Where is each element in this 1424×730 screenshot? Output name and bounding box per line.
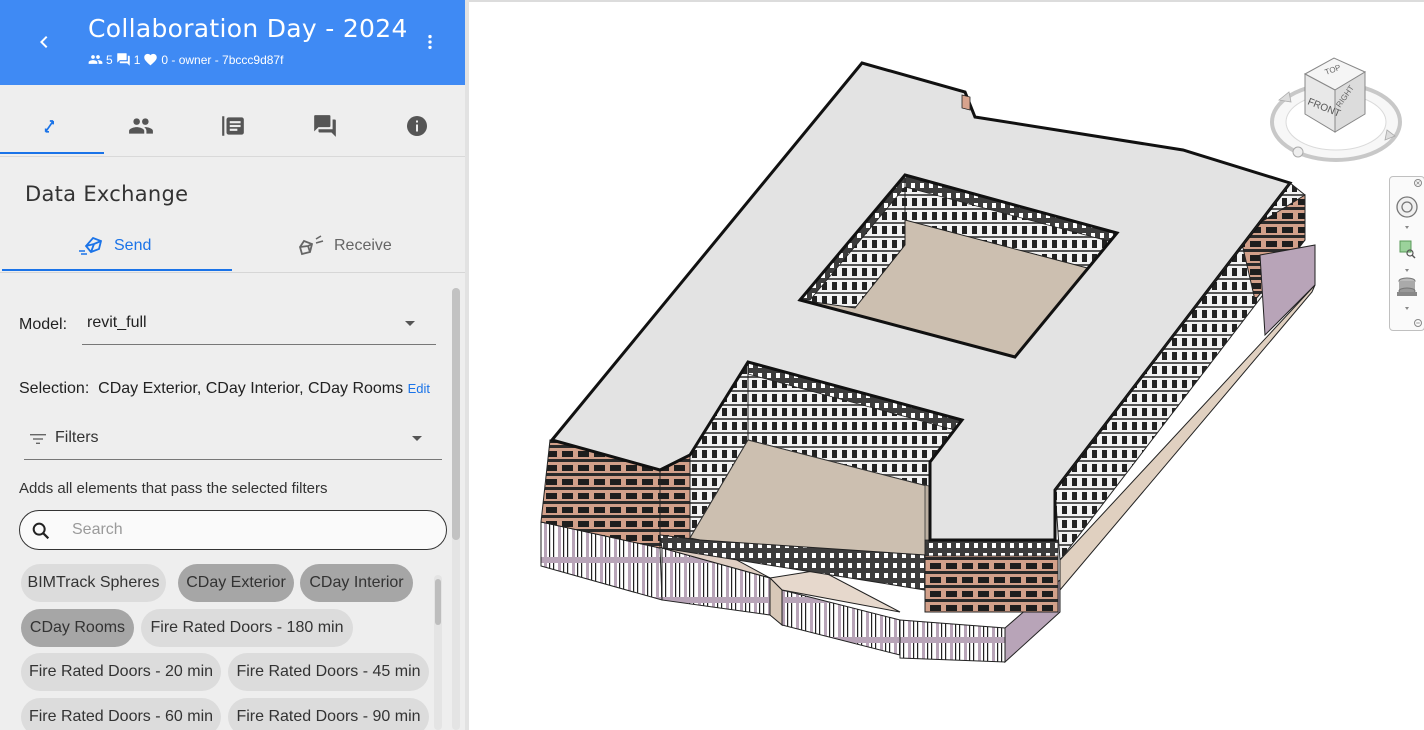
back-button[interactable]: [26, 24, 62, 60]
chip-label: Fire Rated Doors - 90 min: [236, 708, 421, 725]
receive-cube-icon: [299, 235, 324, 256]
chip-label: Fire Rated Doors - 20 min: [28, 663, 214, 680]
navigation-bar: [1389, 176, 1424, 331]
heart-icon: [144, 53, 158, 66]
swap-icon: [44, 120, 54, 133]
orbit-icon[interactable]: [1397, 277, 1417, 296]
model-viewport[interactable]: TOP FRONT RIGHT: [469, 0, 1424, 730]
likes-owner-text: 0 - owner - 7bccc9d87f: [161, 52, 284, 67]
chevron-down-icon[interactable]: [1405, 269, 1409, 272]
search-input[interactable]: [70, 519, 434, 541]
viewcube-arrow-icon: [1278, 91, 1292, 103]
model-select[interactable]: revit_full: [82, 302, 436, 345]
comments-count: 1: [133, 52, 141, 67]
chip-fire-rated-60[interactable]: Fire Rated Doors - 60 min: [21, 698, 221, 730]
chevron-down-icon[interactable]: [1405, 307, 1409, 310]
chip-label: CDay Exterior: [186, 574, 286, 591]
dropdown-arrow-icon: [405, 321, 415, 326]
chip-label: CDay Interior: [309, 574, 404, 591]
chat-icon: [314, 115, 336, 137]
filter-chip-list: BIMTrack Spheres CDay Exterior CDay Inte…: [21, 564, 431, 730]
chip-label: Fire Rated Doors - 45 min: [236, 663, 421, 680]
steering-wheel-icon[interactable]: [1396, 196, 1418, 218]
model-label: Model:: [19, 316, 68, 333]
comment-icon: [116, 53, 130, 66]
view-cube[interactable]: TOP FRONT RIGHT: [1265, 52, 1405, 167]
more-menu-button[interactable]: [414, 26, 446, 58]
members-count: 5: [106, 52, 113, 67]
mode-tab-indicator: [2, 269, 232, 271]
chevron-down-icon[interactable]: [1405, 226, 1409, 229]
app-header: Collaboration Day - 2024 5 1 0 - owner -…: [0, 0, 465, 85]
selection-value: CDay Exterior, CDay Interior, CDay Rooms: [98, 380, 404, 397]
tab-collaborators[interactable]: [95, 98, 187, 154]
tab-info[interactable]: [371, 98, 463, 154]
page-title: Collaboration Day - 2024: [88, 14, 408, 43]
selection-label: Selection:: [19, 380, 90, 397]
chip-cday-interior[interactable]: CDay Interior: [300, 564, 413, 602]
chip-label: Fire Rated Doors - 180 min: [150, 619, 344, 636]
tab-data-exchange[interactable]: [3, 98, 95, 154]
side-panel: Collaboration Day - 2024 5 1 0 - owner -…: [0, 0, 465, 730]
chip-fire-rated-180[interactable]: Fire Rated Doors - 180 min: [141, 609, 353, 647]
tab-indicator: [0, 152, 104, 154]
panel-scrollbar[interactable]: [452, 288, 460, 730]
filters-label: Filters: [55, 429, 99, 446]
tab-receive-label: Receive: [334, 237, 392, 254]
chip-label: BIMTrack Spheres: [27, 574, 160, 591]
dropdown-arrow-icon: [412, 436, 422, 441]
chip-label: CDay Rooms: [29, 619, 126, 636]
chip-label: Fire Rated Doors - 60 min: [28, 708, 214, 725]
chip-bimtrack-spheres[interactable]: BIMTrack Spheres: [21, 564, 166, 602]
chip-fire-rated-45[interactable]: Fire Rated Doors - 45 min: [228, 653, 429, 691]
people-icon: [88, 55, 103, 64]
send-cube-icon: [79, 236, 103, 255]
chevron-left-icon: [40, 36, 48, 48]
zoom-extents-icon[interactable]: [1399, 240, 1416, 259]
chip-fire-rated-90[interactable]: Fire Rated Doors - 90 min: [228, 698, 429, 730]
stream-meta: 5 1 0 - owner - 7bccc9d87f: [88, 52, 283, 67]
chip-cday-rooms[interactable]: CDay Rooms: [21, 609, 134, 647]
filter-list-icon: [30, 434, 46, 444]
tab-send-label: Send: [114, 237, 152, 254]
chip-cday-exterior[interactable]: CDay Exterior: [178, 564, 294, 602]
search-icon: [32, 522, 50, 540]
tab-send[interactable]: Send: [78, 222, 151, 270]
selection-edit-link[interactable]: Edit: [408, 381, 430, 396]
tab-activity[interactable]: [187, 98, 279, 154]
panel-scrollbar-thumb[interactable]: [452, 288, 460, 540]
selection-row: Selection: CDay Exterior, CDay Interior,…: [19, 380, 430, 398]
people-icon: [129, 118, 153, 134]
filters-description: Adds all elements that pass the selected…: [19, 480, 328, 497]
chip-list-scrollbar-thumb[interactable]: [435, 579, 441, 625]
mode-tab-bar: Send Receive: [0, 222, 465, 273]
chip-list-scrollbar[interactable]: [434, 575, 442, 730]
tab-comments[interactable]: [279, 98, 371, 154]
section-title: Data Exchange: [25, 182, 189, 206]
more-vert-icon: [428, 34, 432, 50]
search-field: [19, 510, 447, 550]
chip-fire-rated-20[interactable]: Fire Rated Doors - 20 min: [21, 653, 221, 691]
filters-select[interactable]: Filters: [24, 420, 442, 460]
icon-tab-bar: [0, 98, 465, 157]
viewcube-compass-icon: [1292, 146, 1304, 158]
send-form: Model: revit_full Selection: CDay Exteri…: [0, 272, 465, 730]
nav-settings-icon[interactable]: [1414, 319, 1422, 327]
model-value: revit_full: [87, 314, 147, 331]
info-icon: [407, 116, 427, 136]
nav-close-icon[interactable]: [1414, 179, 1422, 187]
tab-receive[interactable]: Receive: [298, 222, 392, 270]
list-icon: [222, 116, 244, 136]
